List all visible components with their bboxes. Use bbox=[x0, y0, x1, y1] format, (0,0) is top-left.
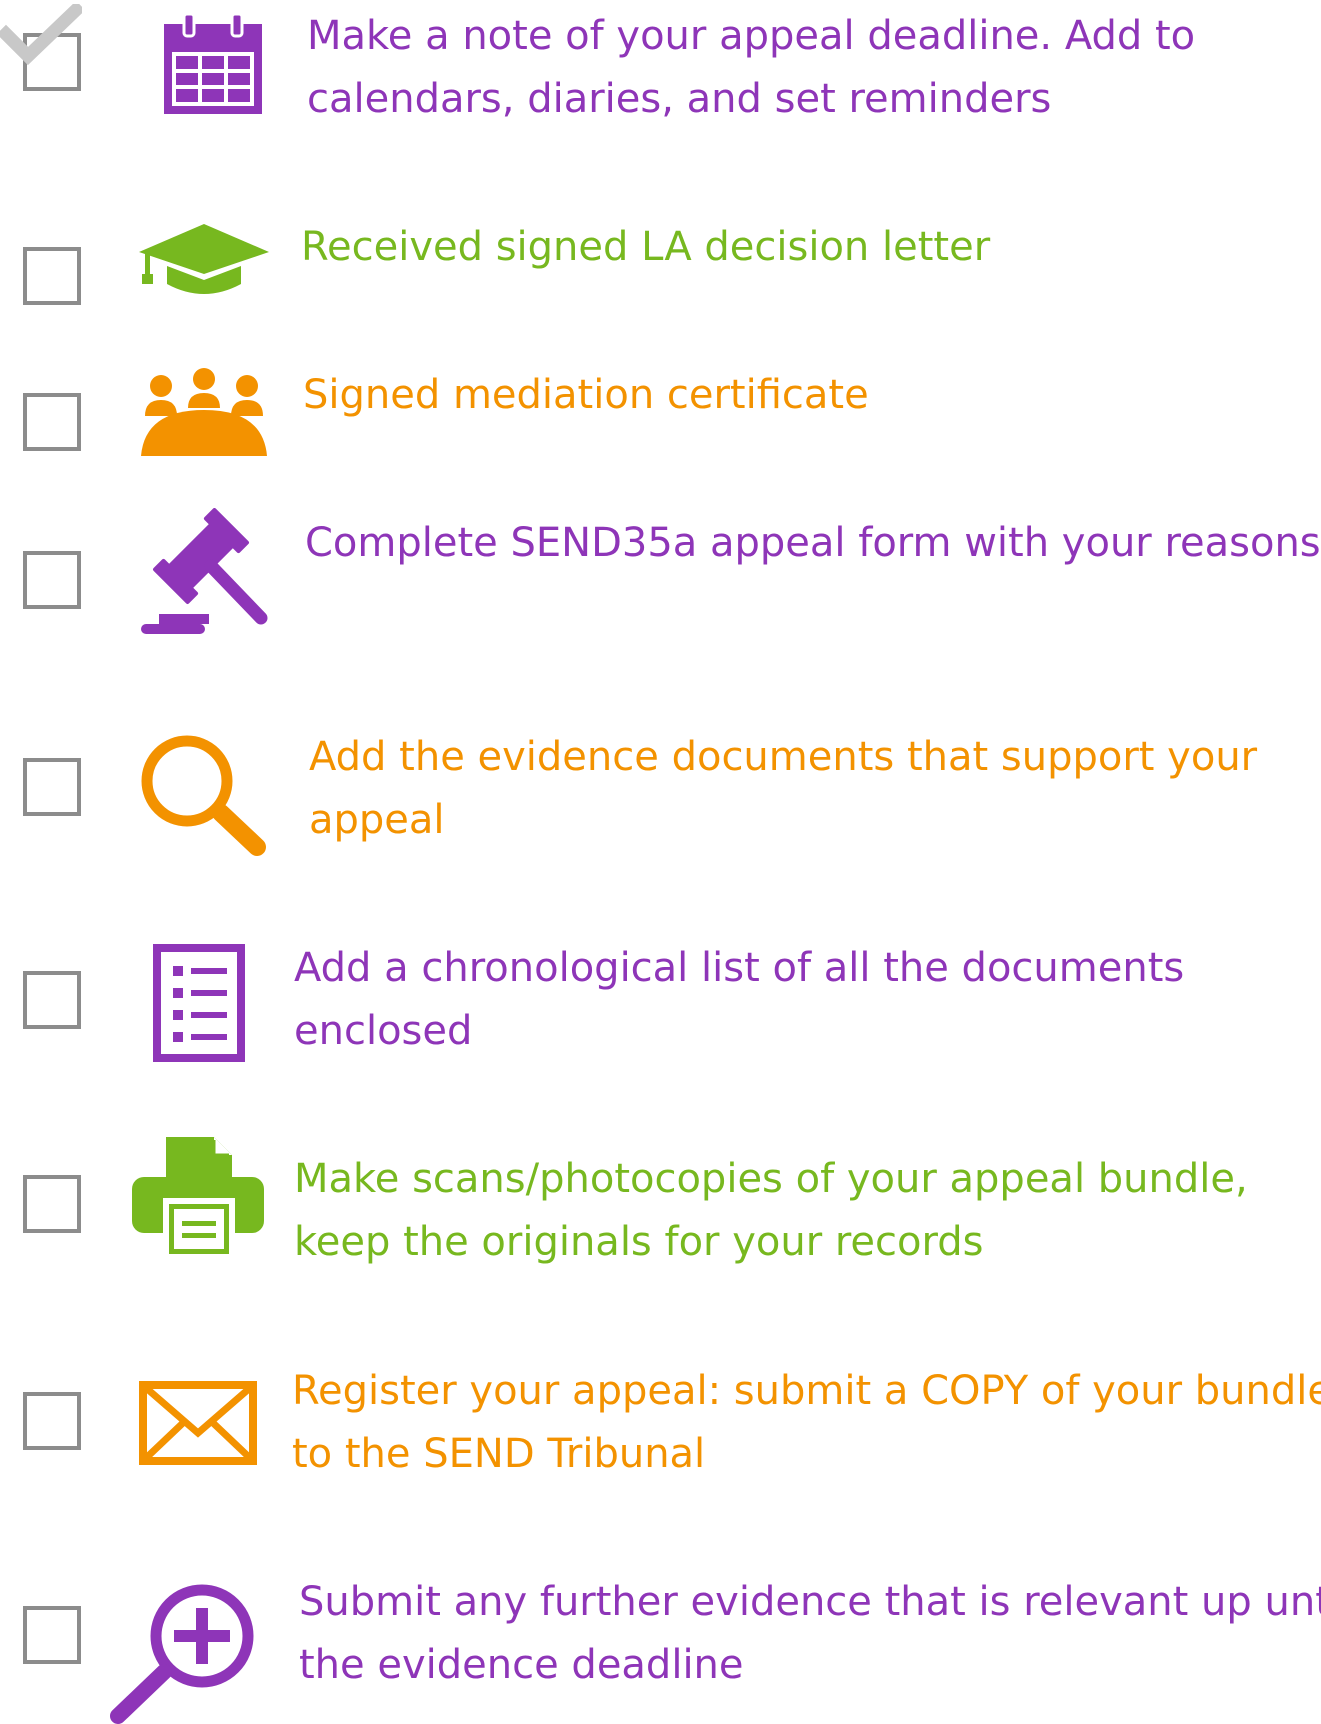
item-text-line1: Register your appeal: submit a COPY of y… bbox=[292, 1368, 1321, 1414]
checkbox[interactable] bbox=[23, 247, 81, 305]
item-text: Make a note of your appeal deadline. Add… bbox=[307, 5, 1195, 131]
checkbox[interactable] bbox=[23, 1392, 81, 1450]
item-text-line1: Make a note of your appeal deadline. Add… bbox=[307, 13, 1196, 59]
gavel-icon bbox=[139, 508, 271, 638]
checkbox[interactable] bbox=[23, 1606, 81, 1664]
meeting-group-icon bbox=[139, 366, 269, 456]
item-text-line1: Submit any further evidence that is rele… bbox=[299, 1579, 1321, 1625]
checkbox[interactable] bbox=[23, 393, 81, 451]
item-text-line1: Signed mediation certificate bbox=[303, 372, 869, 418]
calendar-icon bbox=[164, 14, 262, 114]
zoom-in-icon bbox=[108, 1582, 262, 1724]
item-text: Register your appeal: submit a COPY of y… bbox=[292, 1360, 1321, 1486]
item-text: Add the evidence documents that support … bbox=[309, 726, 1257, 852]
item-text-line2: to the SEND Tribunal bbox=[292, 1431, 706, 1477]
item-text: Add a chronological list of all the docu… bbox=[294, 937, 1184, 1063]
checkmark-icon bbox=[0, 4, 82, 66]
item-text-line2: keep the originals for your records bbox=[294, 1219, 984, 1265]
item-text: Complete SEND35a appeal form with your r… bbox=[305, 512, 1321, 575]
item-text: Submit any further evidence that is rele… bbox=[299, 1571, 1321, 1697]
item-text-line1: Complete SEND35a appeal form with your r… bbox=[305, 520, 1321, 566]
checkbox[interactable] bbox=[23, 1175, 81, 1233]
checkbox[interactable] bbox=[23, 551, 81, 609]
checkbox[interactable] bbox=[23, 971, 81, 1029]
item-text: Received signed LA decision letter bbox=[301, 216, 990, 279]
item-text-line1: Add the evidence documents that support … bbox=[309, 734, 1258, 780]
item-text-line2: the evidence deadline bbox=[299, 1642, 744, 1688]
appeal-checklist: Make a note of your appeal deadline. Add… bbox=[0, 0, 1321, 1724]
item-text: Make scans/photocopies of your appeal bu… bbox=[294, 1148, 1248, 1274]
item-text-line1: Add a chronological list of all the docu… bbox=[294, 945, 1185, 991]
checkbox[interactable] bbox=[23, 758, 81, 816]
graduation-cap-icon bbox=[139, 224, 269, 296]
item-text-line2: enclosed bbox=[294, 1008, 473, 1054]
list-document-icon bbox=[153, 944, 245, 1062]
item-text-line1: Received signed LA decision letter bbox=[301, 224, 991, 270]
magnifier-icon bbox=[139, 733, 273, 863]
item-text: Signed mediation certificate bbox=[303, 364, 869, 427]
item-text-line1: Make scans/photocopies of your appeal bu… bbox=[294, 1156, 1248, 1202]
envelope-icon bbox=[139, 1381, 257, 1465]
item-text-line2: calendars, diaries, and set reminders bbox=[307, 76, 1052, 122]
printer-icon bbox=[132, 1137, 264, 1257]
item-text-line2: appeal bbox=[309, 797, 445, 843]
